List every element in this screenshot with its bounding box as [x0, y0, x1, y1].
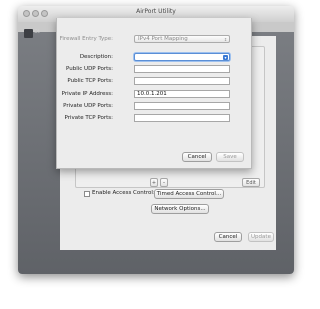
window-title: AirPort Utility: [136, 8, 176, 15]
public-udp-ports-label: Public UDP Ports:: [66, 66, 113, 72]
timed-access-control-button[interactable]: Timed Access Control...: [154, 189, 224, 199]
sidebar-label[interactable]: Ot: [34, 29, 40, 35]
public-tcp-ports-field[interactable]: [134, 77, 230, 85]
sheet-cancel-button[interactable]: Cancel: [182, 152, 212, 162]
port-mapping-sheet: Firewall Entry Type: IPv4 Port Mapping ↕…: [56, 18, 252, 169]
private-ip-address-label: Private IP Address:: [61, 91, 113, 97]
private-tcp-ports-label: Private TCP Ports:: [64, 115, 114, 121]
cancel-button[interactable]: Cancel: [214, 232, 242, 242]
device-icon: [24, 29, 33, 38]
private-tcp-ports-field[interactable]: [134, 114, 230, 122]
chevron-updown-icon[interactable]: ▾: [223, 55, 228, 60]
firewall-entry-type-popup[interactable]: IPv4 Port Mapping ↕: [134, 35, 230, 43]
sheet-save-button[interactable]: Save: [216, 152, 244, 162]
firewall-entry-type-value: IPv4 Port Mapping: [138, 36, 188, 42]
private-ip-address-field[interactable]: 10.0.1.201: [134, 90, 230, 98]
add-entry-button[interactable]: +: [150, 178, 158, 187]
remove-entry-button[interactable]: –: [160, 178, 168, 187]
public-tcp-ports-label: Public TCP Ports:: [67, 78, 113, 84]
enable-access-control-checkbox[interactable]: [84, 191, 90, 197]
network-options-button[interactable]: Network Options...: [151, 204, 209, 214]
update-button[interactable]: Update: [248, 232, 274, 242]
private-udp-ports-label: Private UDP Ports:: [63, 103, 113, 109]
description-field[interactable]: ▾: [134, 53, 230, 61]
chevron-updown-icon: ↕: [223, 37, 228, 42]
firewall-entry-type-label: Firewall Entry Type:: [59, 36, 113, 42]
private-udp-ports-field[interactable]: [134, 102, 230, 110]
edit-entry-button[interactable]: Edit: [242, 178, 260, 187]
public-udp-ports-field[interactable]: [134, 65, 230, 73]
enable-access-control-label: Enable Access Control:: [92, 190, 155, 196]
description-label: Description:: [79, 54, 113, 60]
